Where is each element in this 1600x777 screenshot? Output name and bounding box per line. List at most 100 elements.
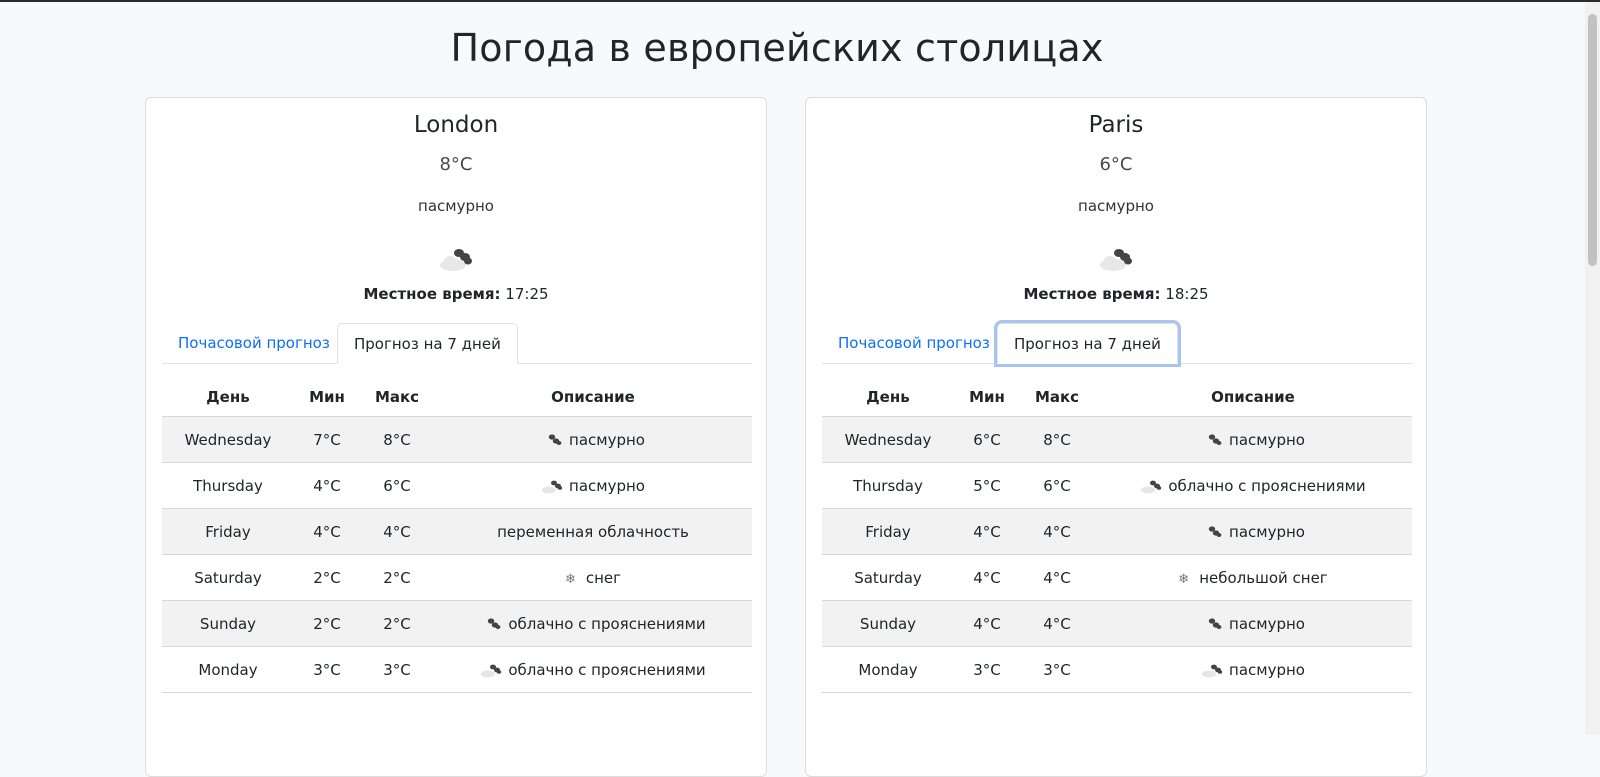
table-row: Thursday 5°C 6°C облачно с прояснениями <box>822 462 1412 509</box>
local-time-value: 17:25 <box>505 285 549 303</box>
day-cell: Monday <box>822 646 954 693</box>
description-text: облачно с прояснениями <box>508 660 706 679</box>
window-top-border <box>0 0 1600 2</box>
description-cell: пасмурно <box>1094 646 1412 693</box>
local-time: Местное время: 18:25 <box>806 285 1426 303</box>
overcast-clouds-icon <box>1201 662 1225 678</box>
forecast-tabs: Почасовой прогноз Прогноз на 7 дней <box>162 323 752 364</box>
broken-clouds-icon <box>541 432 565 448</box>
max-temp-cell: 6°C <box>360 462 434 509</box>
description-text: пасмурно <box>569 476 645 495</box>
tab-hourly-forecast[interactable]: Почасовой прогноз <box>822 323 1006 363</box>
day-cell: Wednesday <box>822 416 954 463</box>
tab-hourly-forecast[interactable]: Почасовой прогноз <box>162 323 346 363</box>
min-temp-cell: 3°C <box>954 646 1020 693</box>
header-min: Мин <box>954 378 1020 417</box>
description-text: снег <box>585 568 622 587</box>
min-temp-cell: 2°C <box>294 554 360 601</box>
min-temp-cell: 4°C <box>954 554 1020 601</box>
overcast-clouds-icon <box>1100 249 1132 271</box>
min-temp-cell: 4°C <box>294 462 360 509</box>
broken-clouds-icon <box>1201 524 1225 540</box>
max-temp-cell: 4°C <box>1020 508 1094 555</box>
description-cell: пасмурно <box>1094 416 1412 463</box>
table-row: Saturday 2°C 2°C ❄ снег <box>162 554 752 601</box>
max-temp-cell: 4°C <box>360 508 434 555</box>
local-time-value: 18:25 <box>1165 285 1209 303</box>
forecast-rows: Wednesday 6°C 8°C пасмурно Thursday 5°C 6°C обл… <box>822 416 1412 693</box>
description-cell: переменная облачность <box>434 508 752 555</box>
min-temp-cell: 4°C <box>954 508 1020 555</box>
min-temp-cell: 5°C <box>954 462 1020 509</box>
day-cell: Sunday <box>162 600 294 647</box>
table-row: Friday 4°C 4°C пасмурно <box>822 508 1412 555</box>
local-time-label: Местное время: <box>1023 285 1161 303</box>
table-header-row: День Мин Макс Описание <box>822 378 1412 417</box>
day-cell: Sunday <box>822 600 954 647</box>
city-name: London <box>413 112 499 138</box>
description-cell: ❄ снег <box>434 554 752 601</box>
overcast-clouds-icon <box>440 249 472 271</box>
day-cell: Thursday <box>822 462 954 509</box>
day-cell: Friday <box>822 508 954 555</box>
city-card-paris: Paris 6°C пасмурно Местное время: 18:25 … <box>805 97 1427 777</box>
snow-icon: ❄ <box>564 571 576 587</box>
tab-7-day-forecast[interactable]: Прогноз на 7 дней <box>337 323 518 364</box>
current-description: пасмурно <box>418 197 494 215</box>
table-row: Thursday 4°C 6°C пасмурно <box>162 462 752 509</box>
min-temp-cell: 7°C <box>294 416 360 463</box>
city-card-london: London 8°C пасмурно Местное время: 17:25… <box>145 97 767 777</box>
header-day: День <box>822 378 954 417</box>
description-text: пасмурно <box>1229 660 1305 679</box>
table-row: Monday 3°C 3°C пасмурно <box>822 646 1412 693</box>
header-max: Макс <box>1020 378 1094 417</box>
forecast-tabs: Почасовой прогноз Прогноз на 7 дней <box>822 323 1412 364</box>
description-text: пасмурно <box>1229 430 1305 449</box>
max-temp-cell: 3°C <box>360 646 434 693</box>
table-row: Monday 3°C 3°C облачно с прояснениями <box>162 646 752 693</box>
broken-clouds-icon <box>480 616 504 632</box>
description-cell: облачно с прояснениями <box>1094 462 1412 509</box>
max-temp-cell: 2°C <box>360 554 434 601</box>
description-cell: облачно с прояснениями <box>434 600 752 647</box>
tab-7-day-forecast[interactable]: Прогноз на 7 дней <box>997 323 1178 364</box>
broken-clouds-icon <box>1201 616 1225 632</box>
description-text: переменная облачность <box>497 522 689 541</box>
max-temp-cell: 8°C <box>360 416 434 463</box>
header-description: Описание <box>1094 378 1412 417</box>
max-temp-cell: 4°C <box>1020 554 1094 601</box>
local-time-label: Местное время: <box>363 285 501 303</box>
day-cell: Saturday <box>162 554 294 601</box>
header-description: Описание <box>434 378 752 417</box>
min-temp-cell: 4°C <box>294 508 360 555</box>
header-min: Мин <box>294 378 360 417</box>
page-scrollbar[interactable] <box>1585 2 1600 735</box>
forecast-table: День Мин Макс Описание Wednesday 7°C 8°C па… <box>162 378 752 693</box>
max-temp-cell: 4°C <box>1020 600 1094 647</box>
description-cell: пасмурно <box>434 462 752 509</box>
header-max: Макс <box>360 378 434 417</box>
table-row: Wednesday 7°C 8°C пасмурно <box>162 416 752 463</box>
min-temp-cell: 4°C <box>954 600 1020 647</box>
day-cell: Wednesday <box>162 416 294 463</box>
forecast-table: День Мин Макс Описание Wednesday 6°C 8°C па… <box>822 378 1412 693</box>
description-text: небольшой снег <box>1199 568 1328 587</box>
min-temp-cell: 2°C <box>294 600 360 647</box>
table-header-row: День Мин Макс Описание <box>162 378 752 417</box>
overcast-clouds-icon <box>541 478 565 494</box>
max-temp-cell: 8°C <box>1020 416 1094 463</box>
min-temp-cell: 6°C <box>954 416 1020 463</box>
current-temperature: 8°C <box>439 154 473 175</box>
broken-clouds-icon <box>1201 432 1225 448</box>
table-row: Saturday 4°C 4°C ❄ небольшой снег <box>822 554 1412 601</box>
description-cell: ❄ небольшой снег <box>1094 554 1412 601</box>
forecast-rows: Wednesday 7°C 8°C пасмурно Thursday 4°C 6°C пас… <box>162 416 752 693</box>
overcast-clouds-icon <box>1140 478 1164 494</box>
max-temp-cell: 2°C <box>360 600 434 647</box>
description-cell: пасмурно <box>434 416 752 463</box>
description-cell: облачно с прояснениями <box>434 646 752 693</box>
day-cell: Saturday <box>822 554 954 601</box>
scrollbar-thumb[interactable] <box>1588 14 1597 266</box>
current-description: пасмурно <box>1078 197 1154 215</box>
description-text: пасмурно <box>1229 614 1305 633</box>
